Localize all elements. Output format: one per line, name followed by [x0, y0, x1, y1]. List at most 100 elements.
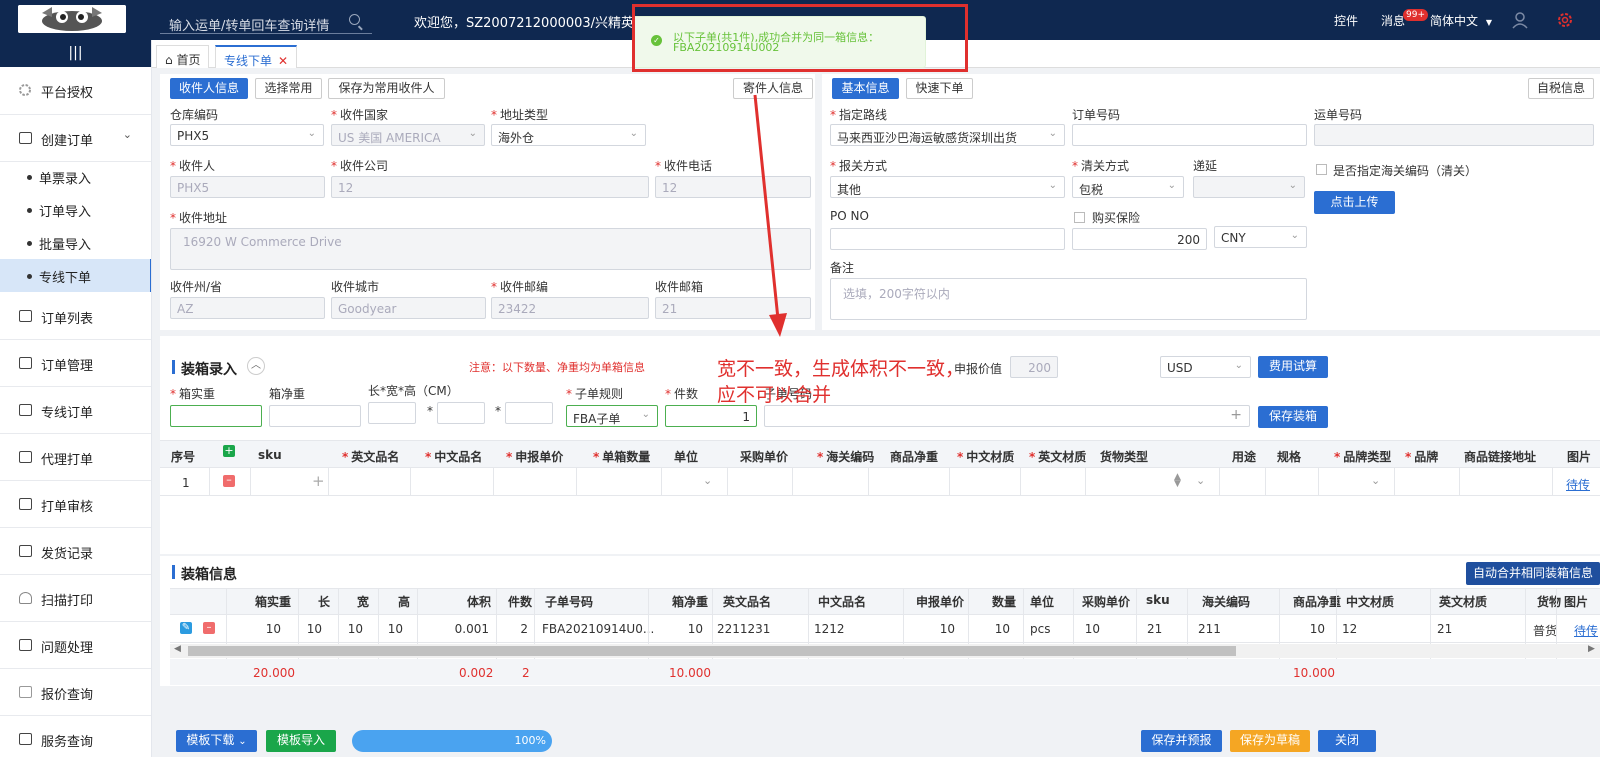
chevron-down-icon[interactable]: ⌄ — [1371, 474, 1380, 487]
sidebar-item-quote-query[interactable]: 报价查询 — [0, 669, 151, 716]
auto-merge-button[interactable]: 自动合并相同装箱信息 — [1466, 562, 1600, 585]
zip-input[interactable]: 23422 — [491, 297, 649, 319]
table-cell: 0.001 — [454, 622, 489, 636]
search-input[interactable]: 输入运单/转单回车查询详情 — [160, 10, 372, 34]
column-header: 图片 — [1564, 595, 1589, 609]
tax-info-button[interactable]: 自税信息 — [1528, 78, 1594, 99]
fee-calc-button[interactable]: 费用试算 — [1258, 356, 1328, 378]
table-divider — [576, 468, 577, 496]
close-button[interactable]: 关闭 — [1318, 730, 1376, 752]
tab-line-order[interactable]: 专线下单 ✕ — [215, 45, 298, 68]
image-upload-link[interactable]: 待传 — [1574, 622, 1598, 639]
customs-code-checkbox[interactable] — [1316, 164, 1327, 175]
remark-textarea[interactable]: 选填，200字符以内 — [830, 278, 1307, 320]
sub-no-input[interactable]: + — [764, 405, 1250, 427]
chevron-down-icon: ⌄ — [1234, 360, 1243, 371]
sidebar-sub-line-order[interactable]: 专线下单 — [0, 259, 151, 292]
scroll-left-icon[interactable]: ◀ — [174, 644, 181, 654]
tab-label: 首页 — [176, 53, 201, 67]
add-row-icon[interactable]: + — [223, 445, 235, 457]
table-cell: 10 — [347, 622, 363, 636]
close-icon[interactable]: ✕ — [278, 54, 288, 68]
sidebar-item-agent-print[interactable]: 代理打单 — [0, 434, 151, 481]
width-input[interactable] — [437, 402, 485, 424]
logo[interactable] — [18, 5, 126, 33]
save-forecast-button[interactable]: 保存并预报 — [1141, 730, 1222, 752]
sidebar-item-label: 扫描打印 — [41, 594, 94, 609]
count-input[interactable]: 1 — [665, 405, 757, 427]
remove-row-icon[interactable]: – — [203, 622, 215, 634]
sidebar-collapse-button[interactable]: ||| — [0, 40, 151, 67]
save-draft-button[interactable]: 保存为草稿 — [1230, 730, 1310, 752]
warehouse-select[interactable]: PHX5 ⌄ — [170, 124, 324, 146]
sidebar-item-scan-print[interactable]: 扫描打印 — [0, 575, 151, 622]
height-input[interactable] — [505, 402, 553, 424]
plus-icon[interactable]: + — [1230, 407, 1242, 423]
sidebar-item-create-order[interactable]: 创建订单 ⌄ — [0, 115, 151, 162]
template-import-button[interactable]: 模板导入 — [266, 730, 336, 752]
tab-basic-info[interactable]: 基本信息 — [832, 78, 899, 99]
declare-value-input[interactable]: 200 — [1010, 356, 1058, 378]
clear-select[interactable]: 包税 ⌄ — [1072, 176, 1184, 198]
template-download-button[interactable]: 模板下载 ⌄ — [176, 730, 257, 752]
sidebar-item-platform-auth[interactable]: 平台授权 — [0, 67, 151, 115]
scrollbar-thumb[interactable] — [188, 646, 1236, 656]
sidebar-item-service-query[interactable]: 服务查询 — [0, 716, 151, 757]
addr-type-select[interactable]: 海外仓 ⌄ — [491, 124, 646, 146]
chevron-down-icon[interactable]: ⌄ — [703, 474, 712, 487]
insurance-currency-select[interactable]: CNY ⌄ — [1214, 226, 1307, 248]
table-cell: 10 — [1309, 622, 1325, 636]
sub-rule-select[interactable]: FBA子单 ⌄ — [566, 405, 658, 427]
select-common-button[interactable]: 选择常用 — [255, 78, 322, 99]
remark-label: 备注 — [830, 261, 855, 275]
gear-icon[interactable] — [1556, 11, 1574, 29]
waybill-input[interactable] — [1314, 124, 1594, 146]
tab-receiver-info[interactable]: 收件人信息 — [170, 78, 248, 99]
save-packing-button[interactable]: 保存装箱 — [1258, 406, 1328, 428]
stepper-icon[interactable]: ▲ ▼ — [1174, 473, 1181, 489]
language-select[interactable]: 简体中文 ▼ — [1430, 12, 1492, 29]
deferred-select[interactable]: ⌄ — [1193, 176, 1305, 198]
sku-plus-icon[interactable]: + — [312, 472, 325, 490]
tab-home[interactable]: ⌂ 首页 — [156, 45, 210, 68]
declare-currency-select[interactable]: USD ⌄ — [1160, 356, 1251, 378]
insurance-amount-input[interactable]: 200 — [1072, 228, 1207, 250]
order-no-input[interactable] — [1072, 124, 1307, 146]
user-icon[interactable] — [1511, 11, 1529, 29]
tab-quick-order[interactable]: 快速下单 — [906, 78, 973, 99]
sidebar-item-issue-handle[interactable]: 问题处理 — [0, 622, 151, 669]
sidebar-item-order-mgmt[interactable]: 订单管理 — [0, 340, 151, 387]
address-textarea[interactable]: 16920 W Commerce Drive — [170, 228, 811, 270]
box-weight-input[interactable] — [170, 405, 262, 427]
messages-link[interactable]: 消息 — [1381, 12, 1405, 29]
sidebar-item-print-review[interactable]: 打单审核 — [0, 481, 151, 528]
upload-button[interactable]: 点击上传 — [1314, 191, 1395, 214]
sidebar-sub-single-entry[interactable]: 单票录入 — [0, 160, 151, 193]
length-input[interactable] — [368, 402, 416, 424]
chevron-down-icon[interactable]: ⌄ — [1196, 474, 1205, 487]
remove-row-icon[interactable]: – — [223, 474, 235, 487]
sidebar-item-ship-records[interactable]: 发货记录 — [0, 528, 151, 575]
collapse-up-icon[interactable]: ︿ — [247, 357, 265, 375]
scroll-right-icon[interactable]: ▶ — [1588, 644, 1595, 654]
sidebar-sub-order-import[interactable]: 订单导入 — [0, 193, 151, 226]
sidebar-item-line-orders[interactable]: 专线订单 — [0, 387, 151, 434]
po-input[interactable] — [830, 228, 1065, 250]
route-select[interactable]: 马来西亚沙巴海运敏感货深圳出货 ⌄ — [830, 124, 1065, 146]
declare-select[interactable]: 其他 ⌄ — [830, 176, 1065, 198]
search-icon[interactable] — [349, 14, 360, 25]
image-upload-link[interactable]: 待传 — [1566, 476, 1590, 493]
city-input[interactable]: Goodyear — [331, 297, 486, 319]
sidebar-sub-batch-import[interactable]: 批量导入 — [0, 226, 151, 259]
receiver-name-label: * 收件人 — [170, 159, 216, 173]
company-input[interactable]: 12 — [331, 176, 649, 198]
insurance-checkbox[interactable] — [1074, 212, 1085, 223]
country-select[interactable]: US 美国 AMERICA ⌄ — [331, 124, 485, 146]
sidebar-item-order-list[interactable]: 订单列表 — [0, 293, 151, 340]
receiver-name-input[interactable]: PHX5 — [170, 176, 325, 198]
state-input[interactable]: AZ — [170, 297, 325, 319]
box-net-input[interactable] — [269, 405, 361, 427]
edit-icon[interactable]: ✎ — [180, 622, 192, 634]
save-common-receiver-button[interactable]: 保存为常用收件人 — [328, 78, 445, 99]
plugin-link[interactable]: 控件 — [1334, 12, 1358, 29]
